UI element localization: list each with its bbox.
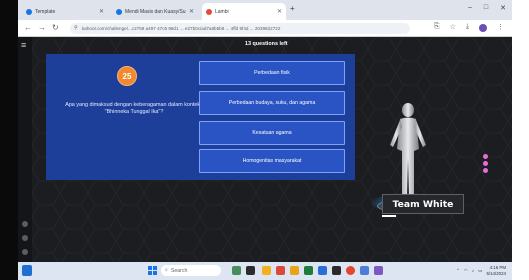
site-info-icon[interactable]: ⚲ — [74, 23, 78, 34]
taskbar-clock[interactable]: 4:16 PM 5/14/2024 — [486, 265, 506, 276]
minimize-button[interactable]: – — [468, 4, 472, 12]
player-avatar — [363, 97, 453, 237]
tab-label: Mendi Masis dan Kuasy/Surfi — [125, 8, 186, 15]
answer-option-4[interactable]: Homogenitas masyarakat — [199, 149, 345, 173]
url-text: kahoot.com/challenge/...c2759 a497 47c6 … — [82, 26, 281, 31]
tab-favicon-icon — [116, 8, 122, 15]
close-icon[interactable]: ✕ — [189, 8, 194, 15]
questions-left-counter: 13 questions left — [245, 41, 288, 47]
tab-favicon-icon — [206, 8, 212, 15]
app-icon-5[interactable] — [332, 266, 341, 275]
volume-icon[interactable]: ♪ — [472, 268, 474, 273]
maximize-button[interactable]: □ — [484, 4, 488, 12]
app-icon-4[interactable] — [304, 266, 313, 275]
forward-arrow-icon[interactable]: → — [38, 23, 46, 32]
chrome-browser-icon[interactable] — [346, 266, 355, 275]
download-icon[interactable]: ⤓ — [466, 23, 469, 32]
clock-time: 4:16 PM — [489, 265, 506, 270]
countdown-timer: 25 — [117, 66, 137, 86]
tab-template[interactable]: Template ✕ — [22, 3, 108, 20]
chevron-up-icon[interactable]: ⌃ — [456, 268, 460, 274]
search-placeholder: Search — [170, 267, 188, 274]
back-arrow-icon[interactable]: ← — [24, 23, 32, 32]
edge-browser-icon[interactable] — [318, 266, 327, 275]
side-indicator-dot-3[interactable] — [483, 168, 488, 173]
hamburger-menu-icon[interactable]: ≡ — [21, 40, 26, 50]
question-text: Apa yang dimaksud dengan keberagaman dal… — [65, 102, 203, 115]
answer-option-3[interactable]: Kesatuan agama — [199, 121, 345, 145]
new-tab-button[interactable]: + — [290, 4, 295, 13]
tab-lambi[interactable]: Lambi ✕ — [202, 3, 286, 20]
wifi-icon[interactable]: ◠ — [464, 268, 468, 274]
app-icon-2[interactable] — [262, 266, 271, 275]
browser-window: Template ✕ Mendi Masis dan Kuasy/Surfi ✕… — [18, 0, 512, 262]
side-indicator-dot-2[interactable] — [483, 161, 488, 166]
search-icon: ⌕ — [165, 267, 168, 273]
tab-mendi[interactable]: Mendi Masis dan Kuasy/Surfi ✕ — [112, 3, 198, 20]
reload-icon[interactable]: ↻ — [52, 23, 59, 32]
url-field[interactable]: ⚲ kahoot.com/challenge/...c2759 a497 47c… — [70, 23, 410, 34]
address-bar-row: ← → ↻ ⚲ kahoot.com/challenge/...c2759 a4… — [18, 20, 512, 37]
tab-label: Lambi — [215, 8, 229, 15]
system-tray: ⌃ ◠ ♪ ▭ 4:16 PM 5/14/2024 — [456, 265, 506, 276]
close-window-button[interactable]: ✕ — [500, 4, 506, 12]
toolbar-icons: ⎘ ☆ ⤓ ⋮ — [434, 23, 504, 32]
answer-option-1[interactable]: Perbedaan fisik — [199, 61, 345, 85]
close-icon[interactable]: ✕ — [99, 8, 104, 15]
tab-favicon-icon — [26, 8, 32, 15]
right-screen-edge — [512, 0, 529, 262]
left-screen-edge — [0, 0, 18, 280]
rail-button-2[interactable] — [22, 235, 28, 241]
task-view-icon[interactable] — [246, 266, 255, 275]
battery-icon[interactable]: ▭ — [478, 268, 482, 274]
game-side-rail: ≡ — [18, 37, 32, 262]
app-icon-7[interactable] — [374, 266, 383, 275]
app-icon-3[interactable] — [276, 266, 285, 275]
more-menu-icon[interactable]: ⋮ — [497, 23, 504, 32]
clock-date: 5/14/2024 — [486, 270, 506, 276]
profile-avatar-icon[interactable] — [479, 24, 487, 32]
start-button[interactable] — [148, 266, 157, 275]
taskbar-search[interactable]: ⌕ Search — [161, 265, 221, 276]
rail-button-3[interactable] — [22, 249, 28, 255]
window-controls: – □ ✕ — [468, 4, 506, 12]
bookmark-star-icon[interactable]: ☆ — [450, 23, 456, 32]
team-name-banner: Team White — [382, 194, 464, 214]
close-icon[interactable]: ✕ — [277, 8, 282, 15]
app-icon-1[interactable] — [232, 266, 241, 275]
tab-strip: Template ✕ Mendi Masis dan Kuasy/Surfi ✕… — [18, 0, 512, 20]
rail-button-1[interactable] — [22, 221, 28, 227]
file-explorer-icon[interactable] — [290, 266, 299, 275]
side-indicator-dot-1[interactable] — [483, 154, 488, 159]
avatar-figure-icon — [390, 103, 426, 197]
windows-taskbar: ⌕ Search ⌃ ◠ ♪ ▭ 4:16 PM 5/14/2024 — [18, 262, 512, 280]
translate-icon[interactable]: ⎘ — [434, 23, 440, 32]
answer-option-2[interactable]: Perbedaan budaya, suku, dan agama — [199, 91, 345, 115]
quiz-panel: 25 Apa yang dimaksud dengan keberagaman … — [46, 54, 355, 180]
app-icon-6[interactable] — [360, 266, 369, 275]
game-viewport: ≡ 13 questions left 25 Apa yang dimaksud… — [18, 37, 512, 262]
tab-label: Template — [35, 8, 56, 15]
widgets-icon[interactable] — [22, 265, 32, 276]
team-banner-accent — [382, 215, 396, 217]
